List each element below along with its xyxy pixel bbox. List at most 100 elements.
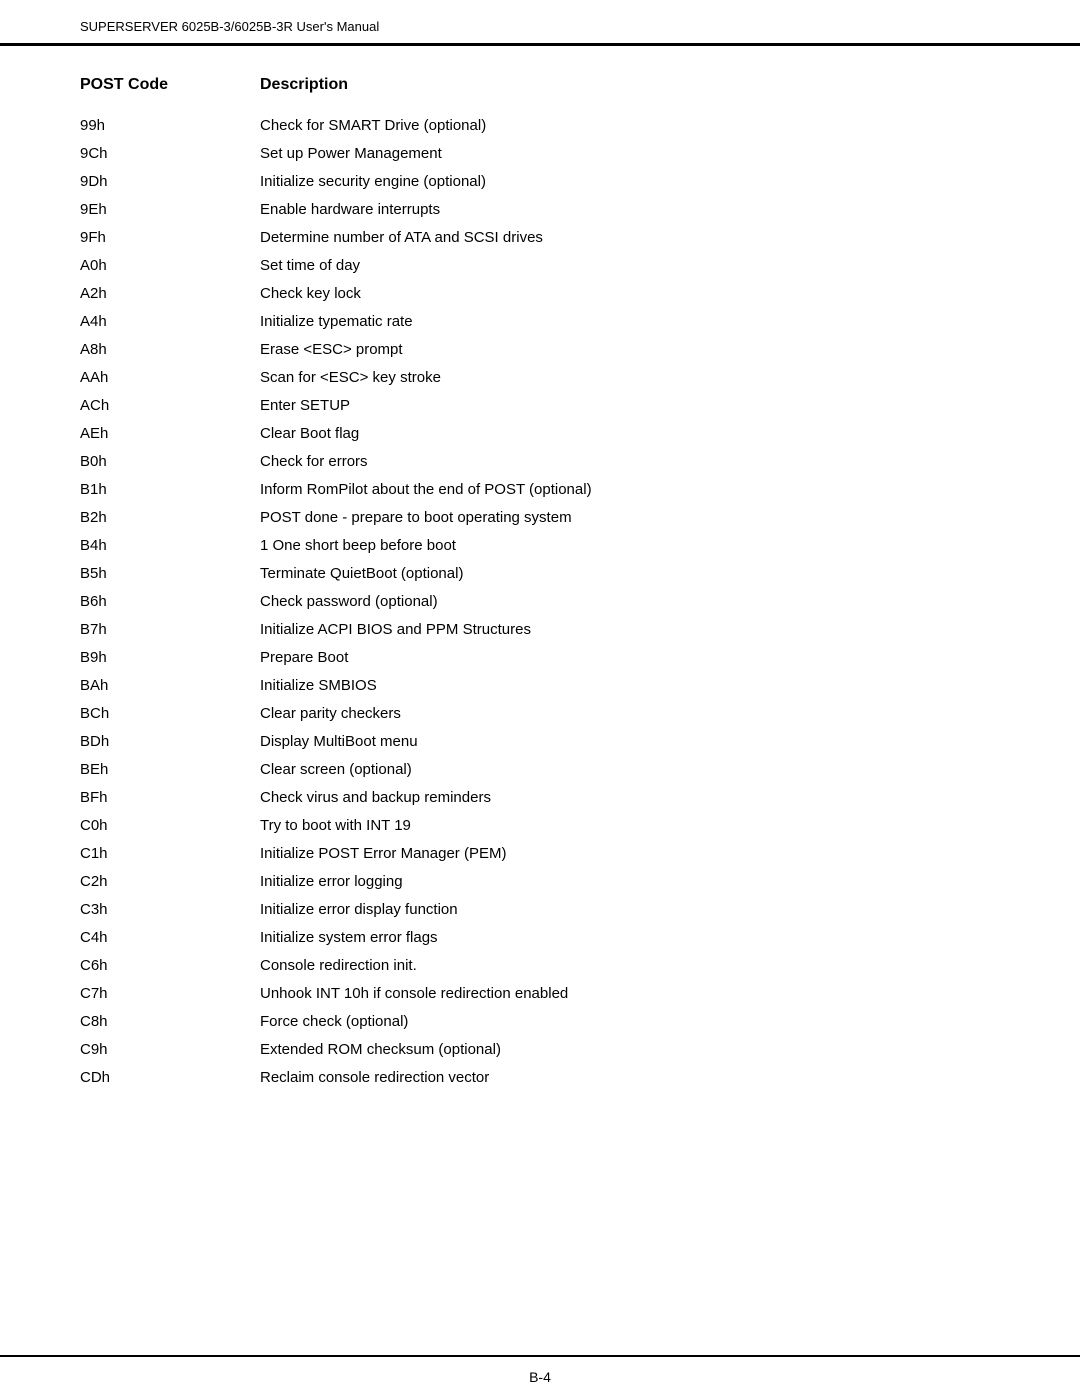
- post-code: 9Ch: [80, 142, 260, 166]
- table-row: A4hInitialize typematic rate: [80, 310, 1000, 334]
- table-row: B4h1 One short beep before boot: [80, 534, 1000, 558]
- post-code: B1h: [80, 478, 260, 502]
- post-description: Clear Boot flag: [260, 422, 1000, 446]
- page: SUPERSERVER 6025B-3/6025B-3R User's Manu…: [0, 0, 1080, 1397]
- post-code: B4h: [80, 534, 260, 558]
- table-row: BChClear parity checkers: [80, 702, 1000, 726]
- table-row: 9EhEnable hardware interrupts: [80, 198, 1000, 222]
- page-footer: B-4: [0, 1355, 1080, 1397]
- post-description: Console redirection init.: [260, 954, 1000, 978]
- post-code: A0h: [80, 254, 260, 278]
- post-code: BEh: [80, 758, 260, 782]
- table-row: C0hTry to boot with INT 19: [80, 814, 1000, 838]
- table-row: C8hForce check (optional): [80, 1010, 1000, 1034]
- post-description: Erase <ESC> prompt: [260, 338, 1000, 362]
- table-row: 9ChSet up Power Management: [80, 142, 1000, 166]
- post-code: B6h: [80, 590, 260, 614]
- post-description: Display MultiBoot menu: [260, 730, 1000, 754]
- post-code: AAh: [80, 366, 260, 390]
- post-description: Initialize security engine (optional): [260, 170, 1000, 194]
- table-row: BAhInitialize SMBIOS: [80, 674, 1000, 698]
- post-description: Initialize error display function: [260, 898, 1000, 922]
- page-number: B-4: [529, 1369, 551, 1385]
- post-code: B9h: [80, 646, 260, 670]
- post-code: C1h: [80, 842, 260, 866]
- table-row: 9DhInitialize security engine (optional): [80, 170, 1000, 194]
- post-description: Initialize SMBIOS: [260, 674, 1000, 698]
- table-row: C6hConsole redirection init.: [80, 954, 1000, 978]
- post-code: C7h: [80, 982, 260, 1006]
- table-row: B0hCheck for errors: [80, 450, 1000, 474]
- post-description: Extended ROM checksum (optional): [260, 1038, 1000, 1062]
- post-description: Initialize ACPI BIOS and PPM Structures: [260, 618, 1000, 642]
- post-code: BFh: [80, 786, 260, 810]
- table-row: AAhScan for <ESC> key stroke: [80, 366, 1000, 390]
- post-description: Set up Power Management: [260, 142, 1000, 166]
- table-row: BEhClear screen (optional): [80, 758, 1000, 782]
- post-code: 9Fh: [80, 226, 260, 250]
- post-code: BDh: [80, 730, 260, 754]
- post-description: Check virus and backup reminders: [260, 786, 1000, 810]
- post-description: Prepare Boot: [260, 646, 1000, 670]
- table-row: C3hInitialize error display function: [80, 898, 1000, 922]
- main-content: POST Code Description 99hCheck for SMART…: [0, 46, 1080, 1355]
- table-row: 9FhDetermine number of ATA and SCSI driv…: [80, 226, 1000, 250]
- table-row: C7hUnhook INT 10h if console redirection…: [80, 982, 1000, 1006]
- table-header: POST Code Description: [80, 76, 1000, 98]
- post-description: Scan for <ESC> key stroke: [260, 366, 1000, 390]
- col-code-header: POST Code: [80, 76, 260, 94]
- post-description: Initialize error logging: [260, 870, 1000, 894]
- post-code: B7h: [80, 618, 260, 642]
- table-row: B7hInitialize ACPI BIOS and PPM Structur…: [80, 618, 1000, 642]
- post-description: Reclaim console redirection vector: [260, 1066, 1000, 1090]
- post-code: C0h: [80, 814, 260, 838]
- table-row: C2hInitialize error logging: [80, 870, 1000, 894]
- table-row: C1hInitialize POST Error Manager (PEM): [80, 842, 1000, 866]
- table-row: AEhClear Boot flag: [80, 422, 1000, 446]
- post-description: Terminate QuietBoot (optional): [260, 562, 1000, 586]
- post-code: B2h: [80, 506, 260, 530]
- post-description: Try to boot with INT 19: [260, 814, 1000, 838]
- post-code: A4h: [80, 310, 260, 334]
- post-code: A2h: [80, 282, 260, 306]
- post-description: Clear parity checkers: [260, 702, 1000, 726]
- post-code: C6h: [80, 954, 260, 978]
- post-description: Check for errors: [260, 450, 1000, 474]
- post-description: Check key lock: [260, 282, 1000, 306]
- post-description: Unhook INT 10h if console redirection en…: [260, 982, 1000, 1006]
- table-body: 99hCheck for SMART Drive (optional)9ChSe…: [80, 114, 1000, 1090]
- post-description: Check for SMART Drive (optional): [260, 114, 1000, 138]
- table-row: C4hInitialize system error flags: [80, 926, 1000, 950]
- table-row: A8hErase <ESC> prompt: [80, 338, 1000, 362]
- post-description: POST done - prepare to boot operating sy…: [260, 506, 1000, 530]
- post-code: C4h: [80, 926, 260, 950]
- post-code: C9h: [80, 1038, 260, 1062]
- post-description: Force check (optional): [260, 1010, 1000, 1034]
- post-code: CDh: [80, 1066, 260, 1090]
- post-description: 1 One short beep before boot: [260, 534, 1000, 558]
- col-desc-header: Description: [260, 76, 348, 94]
- table-row: 99hCheck for SMART Drive (optional): [80, 114, 1000, 138]
- post-description: Inform RomPilot about the end of POST (o…: [260, 478, 1000, 502]
- table-row: BDhDisplay MultiBoot menu: [80, 730, 1000, 754]
- post-code: B5h: [80, 562, 260, 586]
- post-code: ACh: [80, 394, 260, 418]
- post-description: Set time of day: [260, 254, 1000, 278]
- post-code: 99h: [80, 114, 260, 138]
- post-code: C8h: [80, 1010, 260, 1034]
- post-code: 9Eh: [80, 198, 260, 222]
- table-row: A2hCheck key lock: [80, 282, 1000, 306]
- table-row: A0hSet time of day: [80, 254, 1000, 278]
- post-code: BCh: [80, 702, 260, 726]
- post-code: C2h: [80, 870, 260, 894]
- table-row: B9hPrepare Boot: [80, 646, 1000, 670]
- table-row: B5hTerminate QuietBoot (optional): [80, 562, 1000, 586]
- post-description: Enter SETUP: [260, 394, 1000, 418]
- post-description: Check password (optional): [260, 590, 1000, 614]
- post-description: Initialize system error flags: [260, 926, 1000, 950]
- post-code: B0h: [80, 450, 260, 474]
- table-row: CDhReclaim console redirection vector: [80, 1066, 1000, 1090]
- table-row: B2hPOST done - prepare to boot operating…: [80, 506, 1000, 530]
- post-description: Enable hardware interrupts: [260, 198, 1000, 222]
- post-code: 9Dh: [80, 170, 260, 194]
